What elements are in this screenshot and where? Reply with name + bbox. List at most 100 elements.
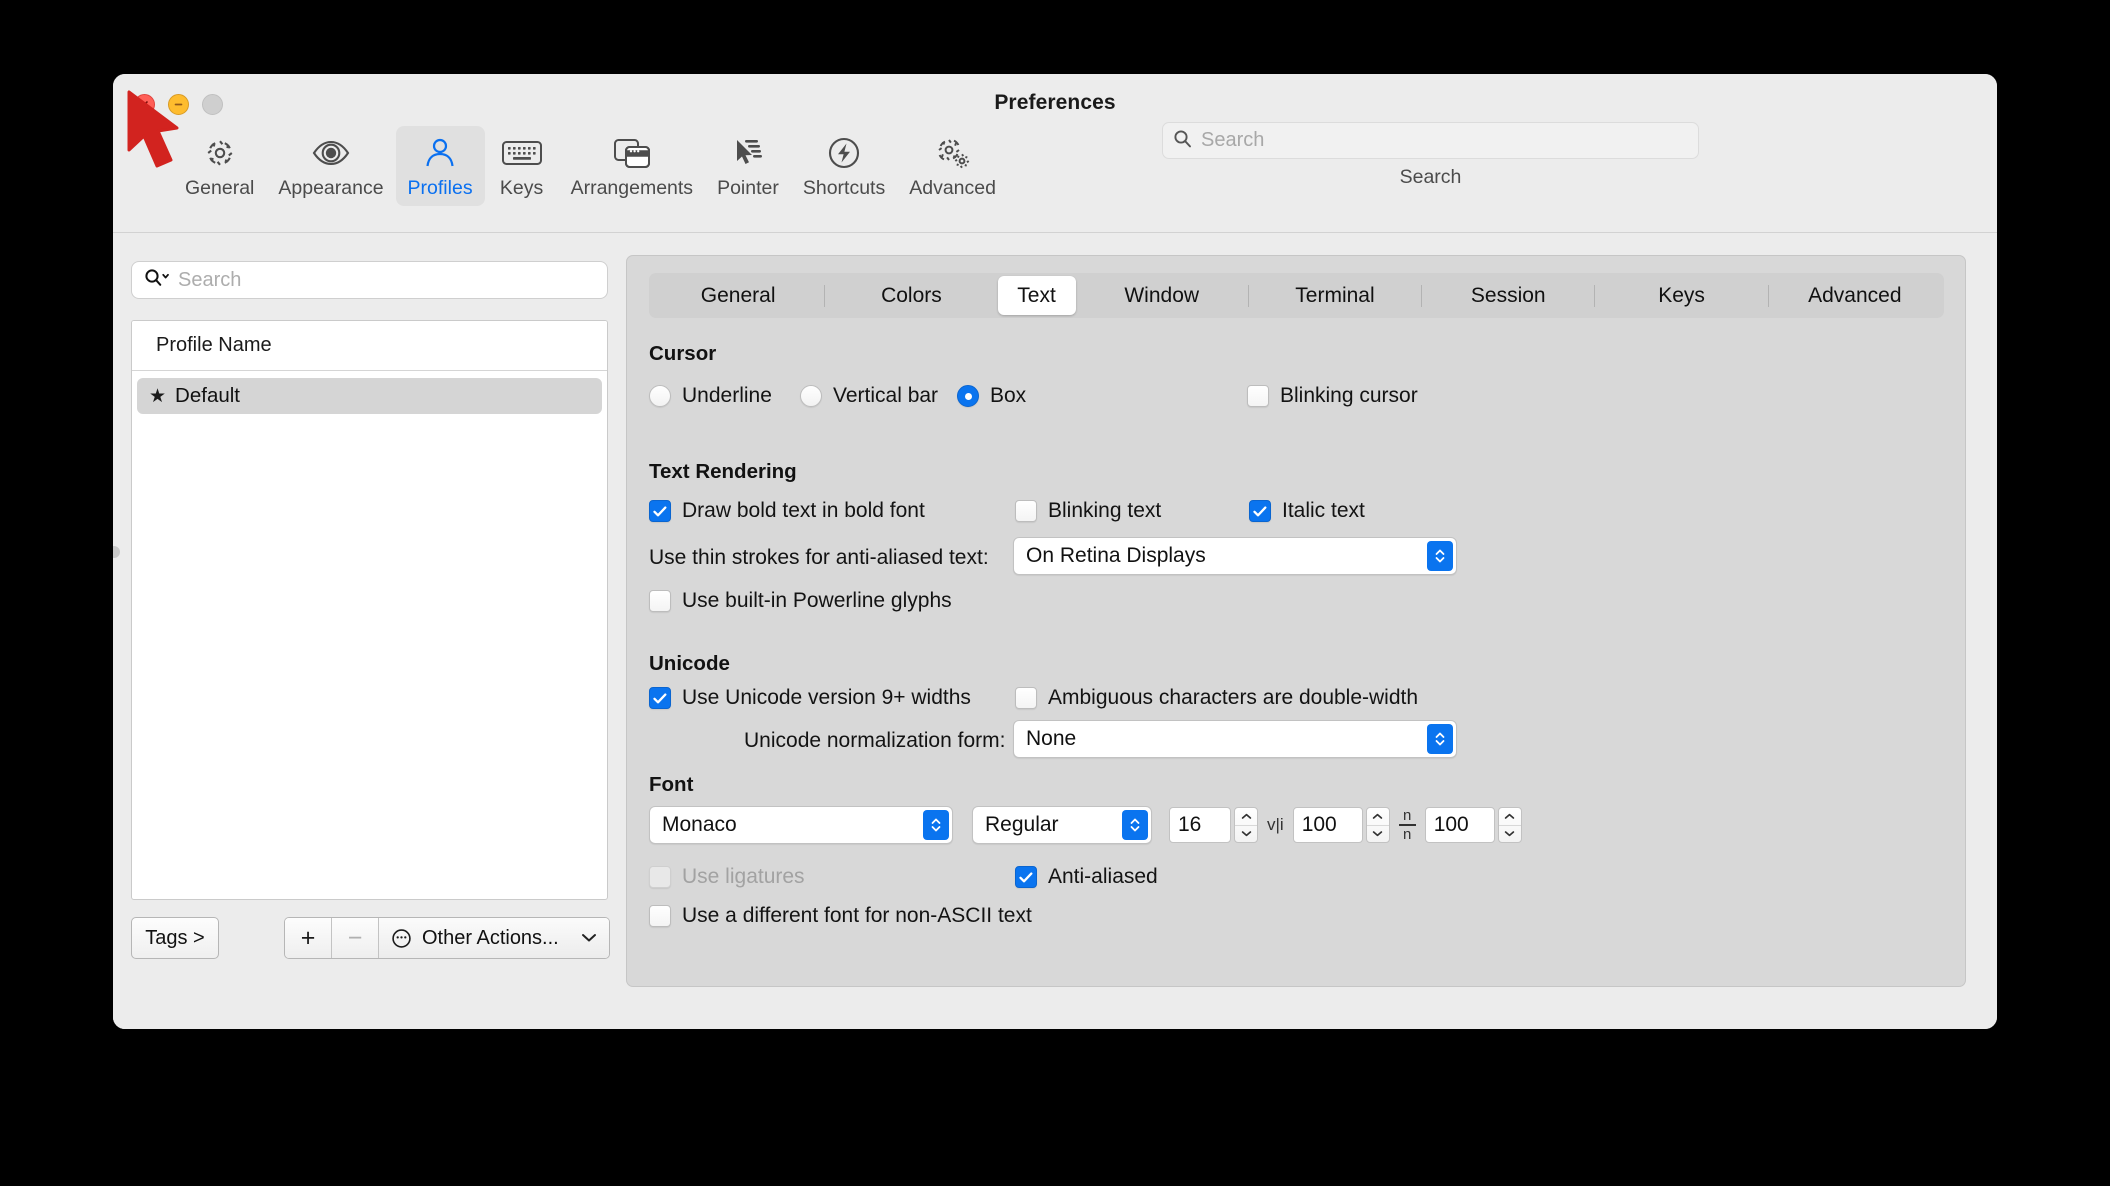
font-size-input[interactable]: 16 xyxy=(1169,807,1231,843)
add-profile-button[interactable]: + xyxy=(285,918,332,958)
font-size-value: 16 xyxy=(1178,813,1202,836)
toolbar-item-label: Keys xyxy=(499,177,544,199)
normalization-label-wrap: Unicode normalization form: xyxy=(744,729,1005,753)
search-input[interactable]: Search xyxy=(1162,122,1699,159)
normalization-value: None xyxy=(1026,727,1077,750)
checkbox-indicator xyxy=(649,590,671,612)
profile-list-header: Profile Name xyxy=(132,321,607,371)
horizontal-spacing-stepper[interactable] xyxy=(1365,807,1390,843)
tab-text[interactable]: Text xyxy=(997,276,1076,315)
profiles-sidebar: Search Profile Name ★ Default Tags > + − xyxy=(113,233,626,1029)
horizontal-spacing-icon: v|i xyxy=(1267,815,1284,834)
split-divider-handle[interactable] xyxy=(113,546,120,558)
tab-session[interactable]: Session xyxy=(1422,276,1594,315)
toolbar-item-label: Shortcuts xyxy=(802,177,886,199)
anti-aliased-checkbox[interactable]: Anti-aliased xyxy=(1015,865,1158,889)
profile-search-input[interactable]: Search xyxy=(131,261,608,299)
unicode-v9-label: Use Unicode version 9+ widths xyxy=(682,686,971,709)
stepper-down-icon[interactable] xyxy=(1499,826,1521,843)
normalization-label: Unicode normalization form: xyxy=(744,729,1006,752)
star-icon: ★ xyxy=(149,385,167,407)
popup-arrows-icon xyxy=(1122,810,1148,840)
font-style-value: Regular xyxy=(985,813,1059,836)
checkbox-indicator xyxy=(649,500,671,522)
tab-terminal[interactable]: Terminal xyxy=(1249,276,1421,315)
vertical-spacing-stepper[interactable] xyxy=(1497,807,1522,843)
thin-strokes-popup[interactable]: On Retina Displays xyxy=(1013,537,1457,575)
tab-window[interactable]: Window xyxy=(1076,276,1248,315)
vertical-spacing-input[interactable]: 100 xyxy=(1424,807,1495,843)
profile-list-rows: ★ Default xyxy=(132,371,607,414)
stepper-up-icon[interactable] xyxy=(1366,808,1389,826)
draw-bold-label: Draw bold text in bold font xyxy=(682,499,925,522)
tab-keys[interactable]: Keys xyxy=(1595,276,1767,315)
draw-bold-checkbox[interactable]: Draw bold text in bold font xyxy=(649,499,925,523)
toolbar-item-shortcuts[interactable]: Shortcuts xyxy=(791,126,897,206)
normalization-popup[interactable]: None xyxy=(1013,720,1457,758)
toolbar-item-general[interactable]: General xyxy=(173,126,266,206)
tab-advanced[interactable]: Advanced xyxy=(1769,276,1941,315)
font-style-popup[interactable]: Regular xyxy=(972,806,1152,844)
windows-icon xyxy=(613,133,651,173)
use-ligatures-checkbox[interactable]: Use ligatures xyxy=(649,865,805,889)
thin-strokes-value: On Retina Displays xyxy=(1026,544,1206,567)
text-rendering-section-title: Text Rendering xyxy=(649,460,797,483)
toolbar-item-keys[interactable]: Keys xyxy=(485,126,559,206)
stepper-down-icon[interactable] xyxy=(1235,826,1257,843)
powerline-checkbox[interactable]: Use built-in Powerline glyphs xyxy=(649,589,952,613)
vertical-spacing-icon: n n xyxy=(1398,807,1416,842)
toolbar-item-pointer[interactable]: Pointer xyxy=(705,126,791,206)
blinking-cursor-checkbox[interactable]: Blinking cursor xyxy=(1247,384,1418,408)
other-actions-label: Other Actions... xyxy=(422,926,559,949)
font-family-popup[interactable]: Monaco xyxy=(649,806,953,844)
popup-arrows-icon xyxy=(1427,724,1453,754)
italic-text-checkbox[interactable]: Italic text xyxy=(1249,499,1365,523)
ambiguous-double-width-checkbox[interactable]: Ambiguous characters are double-width xyxy=(1015,686,1418,710)
toolbar-item-appearance[interactable]: Appearance xyxy=(266,126,395,206)
window-toolbar: Preferences General Appearance Profiles … xyxy=(113,74,1997,233)
checkbox-indicator xyxy=(1247,385,1269,407)
tags-button[interactable]: Tags > xyxy=(131,917,219,959)
checkbox-indicator xyxy=(649,687,671,709)
font-size-stepper[interactable] xyxy=(1234,807,1258,843)
unicode-v9-checkbox[interactable]: Use Unicode version 9+ widths xyxy=(649,686,971,710)
profile-name: Default xyxy=(175,384,241,407)
cursor-underline-radio[interactable]: Underline xyxy=(649,384,772,408)
profile-settings-pane: General Colors Text Window Terminal Sess… xyxy=(626,255,1966,987)
stepper-up-icon[interactable] xyxy=(1235,808,1257,826)
anti-aliased-label: Anti-aliased xyxy=(1048,865,1158,888)
other-actions-menu[interactable]: Other Actions... xyxy=(379,918,609,958)
tab-colors[interactable]: Colors xyxy=(825,276,997,315)
use-ligatures-label: Use ligatures xyxy=(682,865,805,888)
checkbox-indicator xyxy=(1015,687,1037,709)
toolbar-item-arrangements[interactable]: Arrangements xyxy=(559,126,705,206)
toolbar-item-profiles[interactable]: Profiles xyxy=(395,126,485,206)
horizontal-spacing-input[interactable]: 100 xyxy=(1292,807,1363,843)
horizontal-spacing-value: 100 xyxy=(1301,813,1337,836)
unicode-section-title: Unicode xyxy=(649,652,730,675)
tab-general[interactable]: General xyxy=(652,276,824,315)
non-ascii-font-label: Use a different font for non-ASCII text xyxy=(682,904,1032,927)
thin-strokes-label-wrap: Use thin strokes for anti-aliased text: xyxy=(649,546,989,570)
thin-strokes-label: Use thin strokes for anti-aliased text: xyxy=(649,546,989,569)
toolbar-item-advanced[interactable]: Advanced xyxy=(897,126,1008,206)
vertical-spacing-value: 100 xyxy=(1433,813,1469,836)
search-placeholder: Search xyxy=(1201,129,1265,151)
remove-profile-button[interactable]: − xyxy=(332,918,379,958)
profile-actions-group: + − Other Actions... xyxy=(284,917,610,959)
toolbar-item-label: Advanced xyxy=(909,177,996,199)
search-icon xyxy=(1173,129,1192,153)
vertical-spacing-numerator: n xyxy=(1403,807,1412,825)
stepper-down-icon[interactable] xyxy=(1367,826,1389,843)
profile-list[interactable]: Profile Name ★ Default xyxy=(131,320,608,900)
blinking-text-checkbox[interactable]: Blinking text xyxy=(1015,499,1161,523)
stepper-up-icon[interactable] xyxy=(1498,808,1521,826)
non-ascii-font-checkbox[interactable]: Use a different font for non-ASCII text xyxy=(649,904,1032,928)
toolbar-item-label: Arrangements xyxy=(570,177,694,199)
list-item[interactable]: ★ Default xyxy=(137,378,602,414)
cursor-box-radio[interactable]: Box xyxy=(957,384,1026,408)
window-body: Search Profile Name ★ Default Tags > + − xyxy=(113,233,1997,1029)
cursor-vertical-bar-radio[interactable]: Vertical bar xyxy=(800,384,938,408)
profile-tab-bar: General Colors Text Window Terminal Sess… xyxy=(649,273,1944,318)
checkbox-indicator xyxy=(649,905,671,927)
